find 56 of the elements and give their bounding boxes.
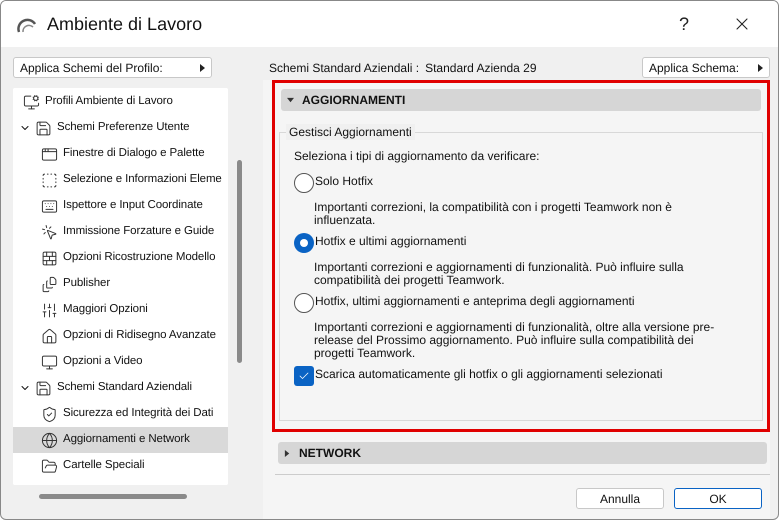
tree-item[interactable]: Finestre di Dialogo e Palette: [13, 141, 228, 167]
scheme-label: Schemi Standard Aziendali :: [269, 60, 420, 76]
tree-item[interactable]: Ispettore e Input Coordinate: [13, 193, 228, 219]
tree-item[interactable]: Opzioni a Video: [13, 349, 228, 375]
option-description: Importanti correzioni e aggiornamenti di funzionalità, oltre alla versione pre-release del Prossimo aggiornamento. Può influire sulla compatibilità dei progetti Teamwork.: [313, 319, 716, 360]
tree-item[interactable]: Aggiornamenti e Network: [13, 427, 228, 453]
tree-item[interactable]: Schemi Preferenze Utente: [13, 115, 228, 141]
documents-icon: [41, 276, 58, 292]
ok-button[interactable]: OK: [674, 488, 762, 509]
house-icon: [41, 328, 58, 344]
radio-label[interactable]: Hotfix e ultimi aggiornamenti: [315, 233, 466, 249]
group-title: Gestisci Aggiornamenti: [286, 124, 415, 140]
radio-button[interactable]: [294, 293, 314, 313]
checkbox[interactable]: [294, 366, 314, 386]
sliders-icon: [41, 302, 58, 318]
vertical-scrollbar[interactable]: [237, 160, 242, 363]
window-title: Ambiente di Lavoro: [47, 12, 202, 36]
tree-item[interactable]: Maggiori Opzioni: [13, 297, 228, 323]
tree-item[interactable]: Opzioni di Ridisegno Avanzate: [13, 323, 228, 349]
section-header[interactable]: NETWORK: [278, 442, 767, 464]
help-button[interactable]: ?: [664, 10, 704, 38]
check-icon: [298, 370, 310, 382]
scheme-value: Standard Azienda 29: [425, 60, 537, 76]
windows-icon: [41, 146, 58, 162]
horizontal-scrollbar[interactable]: [39, 494, 187, 499]
tree-item[interactable]: Cartelle Speciali: [13, 453, 228, 479]
globe-icon: [41, 432, 58, 448]
radio-label[interactable]: Hotfix, ultimi aggiornamenti e anteprima degli aggiornamenti: [315, 293, 634, 309]
tree-item[interactable]: Selezione e Informazioni Eleme: [13, 167, 228, 193]
tree-item[interactable]: Publisher: [13, 271, 228, 297]
tree-item[interactable]: Immissione Forzature e Guide: [13, 219, 228, 245]
option-description: Importanti correzioni, la compatibilità con i progetti Teamwork non è influenzata.: [313, 199, 673, 227]
tree-item[interactable]: Profili Ambiente di Lavoro: [13, 89, 228, 115]
section-header[interactable]: AGGIORNAMENTI: [281, 89, 761, 111]
mouse-pointer-icon: [41, 224, 58, 240]
radio-button[interactable]: [294, 173, 314, 193]
profile-schemes-menu[interactable]: Applica Schemi del Profilo:: [13, 57, 212, 78]
brick-wall-icon: [41, 250, 58, 266]
triangle-right-icon: [200, 64, 205, 72]
tree-item[interactable]: Opzioni Ricostruzione Modello: [13, 245, 228, 271]
radio-button[interactable]: [294, 233, 314, 253]
radio-label[interactable]: Solo Hotfix: [315, 173, 374, 189]
tree-item[interactable]: Schemi Standard Aziendali: [13, 375, 228, 401]
cancel-button[interactable]: Annulla: [576, 488, 664, 509]
monitor-gear-icon: [23, 94, 40, 110]
checkbox-label[interactable]: Scarica automaticamente gli hotfix o gli aggiornamenti selezionati: [315, 366, 663, 382]
option-description: Importanti correzioni e aggiornamenti di funzionalità. Può influire sulla compatibilità dei progetti Teamwork.: [313, 259, 685, 287]
monitor-icon: [41, 354, 58, 370]
triangle-right-icon: [284, 450, 291, 456]
folder-icon: [41, 458, 58, 474]
tree-item[interactable]: Sicurezza ed Integrità dei Dati: [13, 401, 228, 427]
apply-scheme-menu[interactable]: Applica Schema:: [642, 57, 770, 78]
triangle-right-icon: [758, 64, 763, 72]
triangle-down-icon: [287, 96, 294, 104]
prompt-text: Seleziona i tipi di aggiornamento da verificare:: [294, 148, 540, 165]
shield-check-icon: [41, 406, 58, 422]
